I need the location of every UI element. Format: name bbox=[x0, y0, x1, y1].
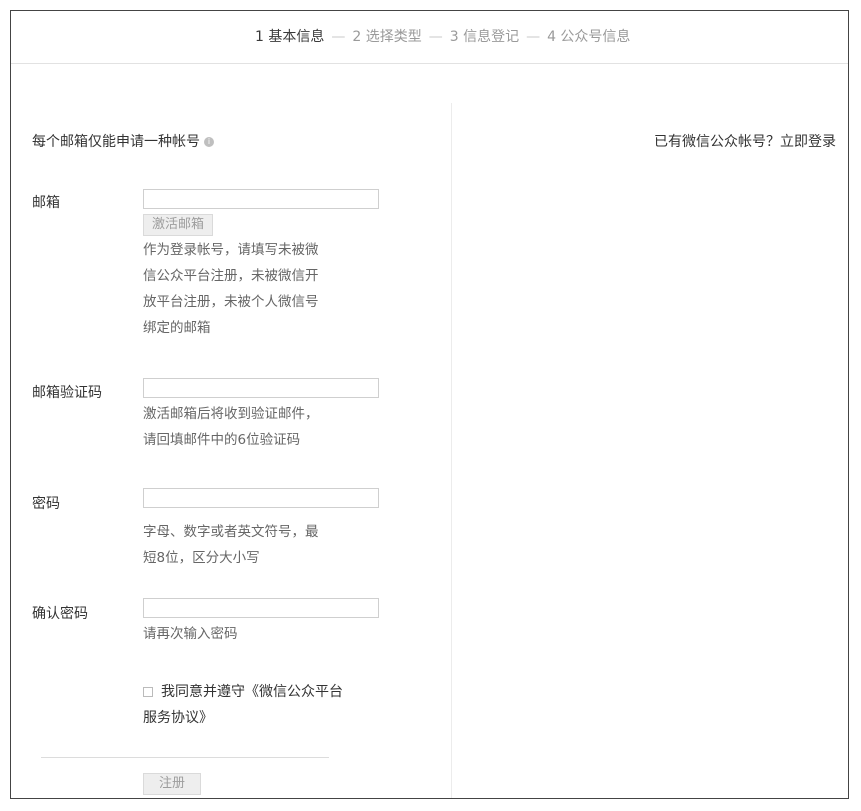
register-button[interactable]: 注册 bbox=[143, 773, 202, 795]
registration-page: 1 基本信息 — 2 选择类型 — 3 信息登记 — 4 公众号信息 每个邮箱仅能申请一种帐… bbox=[10, 10, 849, 799]
password-hint-line: 短8位，区分大小写 bbox=[143, 550, 260, 566]
password-hint-line: 字母、数字或者英文符号，最 bbox=[143, 524, 319, 540]
code-hint-line: 请回填邮件中的6位验证码 bbox=[143, 432, 301, 448]
password-hint: 字母、数字或者英文符号，最 短8位，区分大小写 bbox=[143, 519, 319, 571]
service-agreement-link[interactable]: 服务协议》 bbox=[143, 710, 213, 726]
step-list: 1 基本信息 — 2 选择类型 — 3 信息登记 — 4 公众号信息 bbox=[255, 11, 630, 63]
step-separator: — bbox=[331, 29, 346, 45]
step-separator: — bbox=[526, 29, 541, 45]
confirm-password-hint: 请再次输入密码 bbox=[143, 621, 238, 647]
email-label: 邮箱 bbox=[32, 195, 60, 211]
login-link[interactable]: 立即登录 bbox=[780, 134, 836, 150]
email-hint: 作为登录帐号，请填写未被微 信公众平台注册，未被微信开 放平台注册，未被个人微信… bbox=[143, 237, 319, 341]
code-hint: 激活邮箱后将收到验证邮件， 请回填邮件中的6位验证码 bbox=[143, 401, 319, 453]
email-hint-line: 放平台注册，未被个人微信号 bbox=[143, 294, 319, 310]
step-basic-info: 1 基本信息 bbox=[255, 29, 325, 45]
email-hint-line: 作为登录帐号，请填写未被微 bbox=[143, 242, 319, 258]
column-divider bbox=[451, 103, 452, 798]
login-prompt: 已有微信公众帐号？立即登录 bbox=[654, 131, 836, 151]
email-input[interactable] bbox=[143, 189, 379, 209]
confirm-password-input[interactable] bbox=[143, 598, 379, 618]
activate-email-button[interactable]: 激活邮箱 bbox=[143, 214, 214, 236]
agreement: 我同意并遵守《微信公众平台服务协议》 bbox=[143, 679, 388, 731]
email-notice: 每个邮箱仅能申请一种帐号 i bbox=[32, 131, 214, 151]
confirm-password-label: 确认密码 bbox=[32, 606, 88, 622]
form-divider bbox=[41, 757, 329, 758]
info-icon[interactable]: i bbox=[204, 137, 214, 147]
confirm-password-hint-line: 请再次输入密码 bbox=[143, 626, 238, 642]
login-prompt-text: 已有微信公众帐号？ bbox=[654, 134, 780, 150]
code-input[interactable] bbox=[143, 378, 379, 398]
email-hint-line: 信公众平台注册，未被微信开 bbox=[143, 268, 319, 284]
email-notice-text: 每个邮箱仅能申请一种帐号 bbox=[32, 134, 200, 150]
agree-checkbox[interactable] bbox=[143, 687, 153, 697]
code-hint-line: 激活邮箱后将收到验证邮件， bbox=[143, 406, 319, 422]
agree-text: 我同意并遵守 bbox=[161, 684, 245, 700]
step-account-info: 4 公众号信息 bbox=[547, 29, 631, 45]
service-agreement-link[interactable]: 《微信公众平台 bbox=[245, 684, 343, 700]
password-input[interactable] bbox=[143, 488, 379, 508]
step-indicator: 1 基本信息 — 2 选择类型 — 3 信息登记 — 4 公众号信息 bbox=[11, 11, 848, 64]
step-info-register: 3 信息登记 bbox=[449, 29, 520, 45]
step-separator: — bbox=[428, 29, 443, 45]
step-select-type: 2 选择类型 bbox=[352, 29, 422, 45]
code-label: 邮箱验证码 bbox=[32, 385, 102, 401]
email-hint-line: 绑定的邮箱 bbox=[143, 320, 211, 336]
password-label: 密码 bbox=[32, 496, 60, 512]
